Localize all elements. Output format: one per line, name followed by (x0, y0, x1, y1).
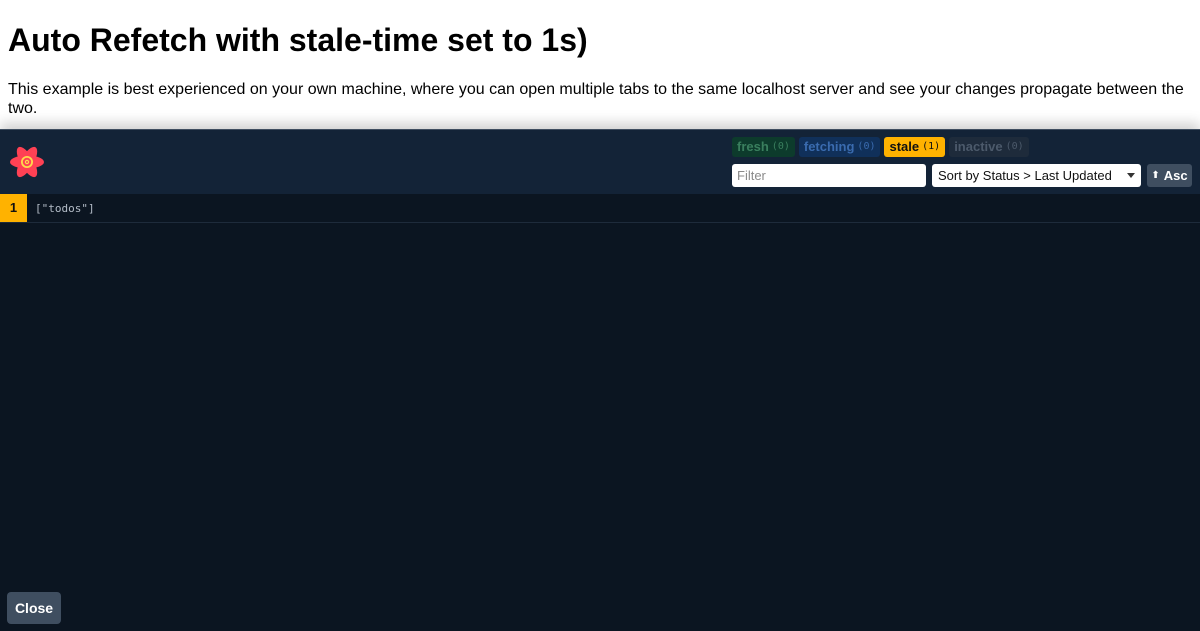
query-row[interactable]: 1 ["todos"] (0, 194, 1200, 223)
fetching-badge: fetching (0) (798, 137, 881, 157)
fresh-badge-label: fresh (737, 139, 769, 154)
page-title: Auto Refetch with stale-time set to 1s) (8, 22, 588, 58)
filter-input[interactable] (732, 164, 926, 187)
close-button[interactable]: Close (7, 592, 61, 624)
page-header: Auto Refetch with stale-time set to 1s) … (0, 0, 1200, 118)
query-list: 1 ["todos"] (0, 194, 1200, 223)
query-status-badges: fresh (0) fetching (0) stale (1) inactiv… (732, 137, 1029, 157)
query-devtools-panel: fresh (0) fetching (0) stale (1) inactiv… (0, 129, 1200, 631)
page-description: This example is best experienced on your… (8, 81, 1184, 117)
fresh-badge-count: (0) (771, 141, 790, 152)
fresh-badge: fresh (0) (732, 137, 795, 157)
stale-badge: stale (1) (884, 137, 946, 157)
devtools-header: fresh (0) fetching (0) stale (1) inactiv… (0, 130, 1200, 194)
sort-order-button[interactable]: ⬆ Asc (1147, 164, 1192, 187)
stale-badge-count: (1) (922, 141, 941, 152)
react-query-logo-icon[interactable] (6, 144, 48, 180)
fetching-badge-count: (0) (857, 141, 876, 152)
fetching-badge-label: fetching (803, 139, 855, 154)
sort-select-value: Sort by Status > Last Updated (938, 168, 1112, 183)
stale-badge-label: stale (889, 139, 920, 154)
inactive-badge-count: (0) (1005, 141, 1024, 152)
chevron-down-icon (1127, 173, 1135, 178)
devtools-controls: Sort by Status > Last Updated ⬆ Asc (732, 164, 1192, 187)
inactive-badge: inactive (0) (949, 137, 1029, 157)
up-arrow-icon: ⬆ (1151, 170, 1160, 181)
inactive-badge-label: inactive (954, 139, 1003, 154)
sort-select[interactable]: Sort by Status > Last Updated (932, 164, 1141, 187)
query-key: ["todos"] (35, 201, 95, 215)
observer-count: 1 (0, 194, 27, 222)
sort-order-label: Asc (1163, 168, 1188, 183)
